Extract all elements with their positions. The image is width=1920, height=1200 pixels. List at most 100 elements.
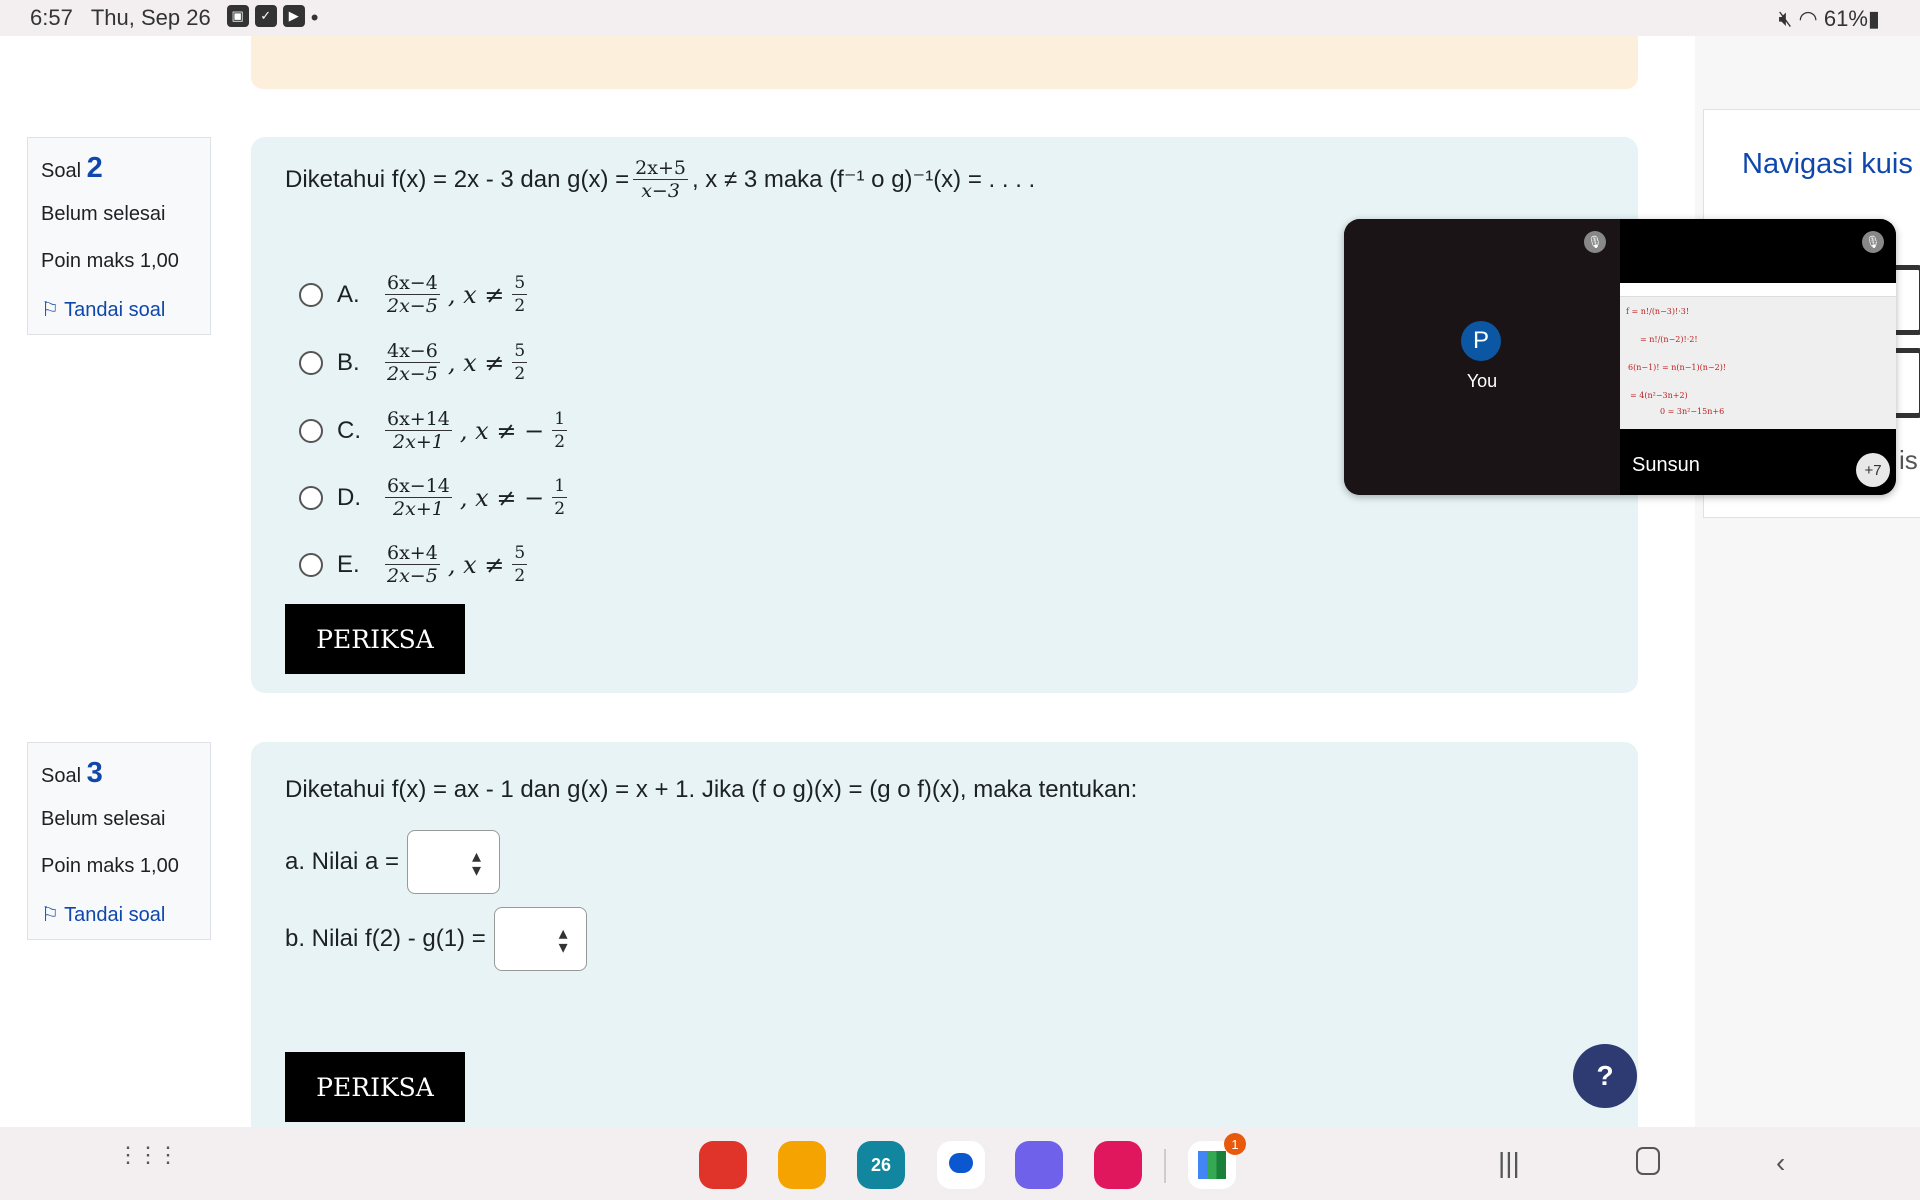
navigation-bar: ⋮⋮⋮ 26 1 ||| ‹ <box>0 1127 1920 1200</box>
question-text-pre: Diketahui f(x) = 2x - 3 dan g(x) = <box>285 165 630 193</box>
question-status: Belum selesai <box>41 808 166 830</box>
question-label: Soal <box>41 160 82 182</box>
check-button[interactable]: PERIKSA <box>285 1052 465 1122</box>
question-text: Diketahui f(x) = 2x - 3 dan g(x) = 2x+5 x… <box>285 157 1035 202</box>
radio-button[interactable] <box>299 282 323 307</box>
g-denominator: x−3 <box>641 180 680 202</box>
app-icon-internet[interactable] <box>1015 1141 1063 1189</box>
condition-denominator: 2 <box>514 296 526 316</box>
option-numerator: 6x+4 <box>385 542 440 565</box>
part-b-select[interactable]: ▴ ▾ <box>493 907 587 971</box>
answer-option[interactable]: C. 6x+14 2x+1 , x ≠ − 12 <box>299 408 571 453</box>
option-numerator: 6x−14 <box>385 475 452 498</box>
option-condition: , x ≠ <box>447 348 505 377</box>
app-icon-files[interactable] <box>778 1141 826 1189</box>
updown-icon: ▴ ▾ <box>558 923 568 957</box>
home-button[interactable] <box>1636 1147 1660 1175</box>
battery-icon: ▮ <box>1867 6 1880 31</box>
calendar-day: 26 <box>870 1154 892 1175</box>
option-denominator: 2x−5 <box>387 363 438 385</box>
nav-partial-text: is <box>1899 445 1918 475</box>
help-button[interactable]: ? <box>1573 1044 1637 1108</box>
self-tile: 🎙︎ P You <box>1344 219 1620 495</box>
notification-badge: 1 <box>1224 1133 1246 1155</box>
option-letter: E. <box>337 550 360 578</box>
battery-level: 61% <box>1823 6 1868 31</box>
flag-question-link[interactable]: ⚐ Tandai soal <box>41 297 197 322</box>
flag-question-link[interactable]: ⚐ Tandai soal <box>41 902 197 927</box>
app-icon-messages[interactable] <box>937 1141 985 1189</box>
updown-icon: ▴ ▾ <box>472 846 482 880</box>
check-icon: ✓ <box>254 5 277 27</box>
app-icon-notes[interactable] <box>699 1141 747 1189</box>
question-points: Poin maks 1,00 <box>41 855 179 877</box>
question-status: Belum selesai <box>41 203 166 225</box>
radio-button[interactable] <box>299 418 323 443</box>
part-a-label: a. Nilai a = <box>285 848 400 875</box>
answer-option[interactable]: B. 4x−6 2x−5 , x ≠ 52 <box>299 340 531 385</box>
question-info: Soal 2 Belum selesai Poin maks 1,00 ⚐ Ta… <box>27 137 211 335</box>
option-denominator: 2x+1 <box>393 498 444 520</box>
option-letter: C. <box>337 416 361 444</box>
answer-option[interactable]: D. 6x−14 2x+1 , x ≠ − 12 <box>299 475 571 520</box>
option-numerator: 6x+14 <box>385 408 452 431</box>
g-numerator: 2x+5 <box>633 157 688 180</box>
wifi-icon: ◠ <box>1798 6 1818 31</box>
flag-label: Tandai soal <box>64 904 166 926</box>
question-number: 2 <box>86 152 103 184</box>
check-button[interactable]: PERIKSA <box>285 604 465 674</box>
previous-question-feedback <box>251 36 1638 89</box>
radio-button[interactable] <box>299 552 323 577</box>
option-condition: , x ≠ <box>447 280 505 309</box>
app-drawer-icon[interactable]: ⋮⋮⋮ <box>117 1144 179 1166</box>
option-condition: , x ≠ − <box>459 483 545 512</box>
back-button[interactable]: ‹ <box>1776 1147 1785 1179</box>
condition-numerator: 1 <box>552 409 568 431</box>
condition-denominator: 2 <box>554 499 566 519</box>
dot-icon: • <box>310 5 319 30</box>
condition-denominator: 2 <box>554 432 566 452</box>
condition-numerator: 1 <box>552 476 568 498</box>
answer-option[interactable]: E. 6x+4 2x−5 , x ≠ 52 <box>299 542 531 587</box>
part-b-label: b. Nilai f(2) - g(1) = <box>285 925 486 952</box>
condition-denominator: 2 <box>514 364 526 384</box>
flag-label: Tandai soal <box>64 299 166 321</box>
question-text-post: , x ≠ 3 maka (f⁻¹ o g)⁻¹(x) = . . . . <box>691 166 1036 193</box>
radio-button[interactable] <box>299 485 323 510</box>
date: Thu, Sep 26 <box>90 5 211 30</box>
status-bar: 6:57 Thu, Sep 26 ▣ ✓ ▶ • 🔇︎ ◠ 61%▮ <box>0 0 1920 36</box>
option-denominator: 2x+1 <box>393 431 444 453</box>
option-numerator: 4x−6 <box>385 340 440 363</box>
app-icon-screen-recorder[interactable] <box>1094 1141 1142 1189</box>
question-info: Soal 3 Belum selesai Poin maks 1,00 ⚐ Ta… <box>27 742 211 940</box>
more-participants[interactable]: +7 <box>1856 453 1890 487</box>
option-denominator: 2x−5 <box>387 565 438 587</box>
option-letter: A. <box>337 280 360 308</box>
flag-icon: ⚐ <box>41 904 59 926</box>
app-icon-meet[interactable]: 1 <box>1188 1133 1246 1189</box>
gallery-icon: ▣ <box>226 5 249 27</box>
radio-button[interactable] <box>299 350 323 375</box>
option-letter: B. <box>337 348 360 376</box>
self-label: You <box>1466 371 1498 391</box>
question-number: 3 <box>86 757 103 789</box>
app-icon-calendar[interactable]: 26 <box>857 1141 905 1189</box>
recent-apps-button[interactable]: ||| <box>1498 1147 1520 1179</box>
mic-off-icon: 🎙︎ <box>1862 231 1884 253</box>
option-condition: , x ≠ − <box>459 416 545 445</box>
part-a-select[interactable]: ▴ ▾ <box>407 830 501 894</box>
answer-option[interactable]: A. 6x−4 2x−5 , x ≠ 52 <box>299 272 531 317</box>
video-call-overlay[interactable]: 🎙︎ P You 🎙︎ f = n!/(n−3)!·3! = n!/(n−2)!… <box>1344 219 1896 495</box>
condition-denominator: 2 <box>514 566 526 586</box>
condition-numerator: 5 <box>512 273 528 295</box>
question-text: Diketahui f(x) = ax - 1 dan g(x) = x + 1… <box>285 776 1138 803</box>
quiz-navigation-title: Navigasi kuis <box>1742 148 1913 180</box>
presenter-name: Sunsun <box>1632 454 1700 476</box>
mic-off-icon: 🎙︎ <box>1584 231 1606 253</box>
shared-screen: f = n!/(n−3)!·3! = n!/(n−2)!·2! 6(n−1)! … <box>1620 283 1896 429</box>
option-letter: D. <box>337 483 361 511</box>
question-points: Poin maks 1,00 <box>41 250 179 272</box>
option-condition: , x ≠ <box>447 550 505 579</box>
question-label: Soal <box>41 765 82 787</box>
option-numerator: 6x−4 <box>385 272 440 295</box>
